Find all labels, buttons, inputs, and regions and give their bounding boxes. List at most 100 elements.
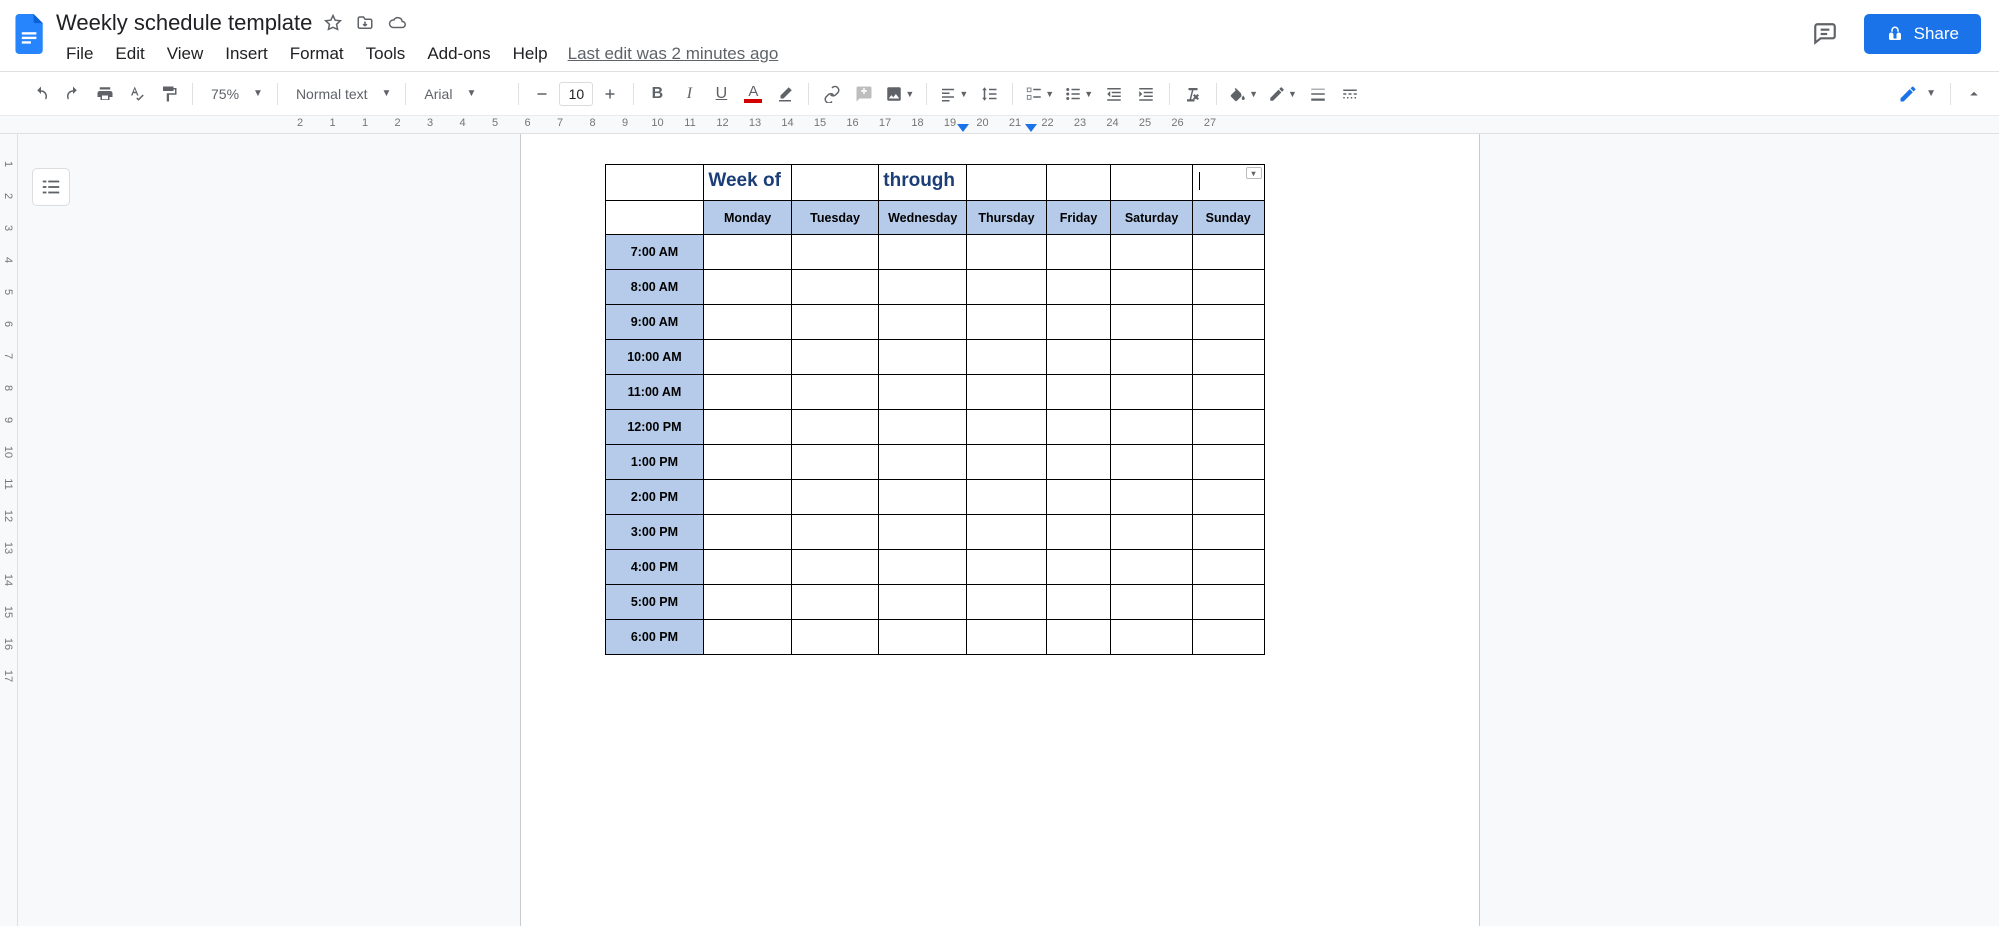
- schedule-cell[interactable]: [1046, 235, 1111, 270]
- schedule-cell[interactable]: [1192, 550, 1264, 585]
- schedule-cell[interactable]: [879, 270, 967, 305]
- schedule-cell[interactable]: [704, 515, 792, 550]
- bold-button[interactable]: B: [642, 79, 672, 109]
- schedule-cell[interactable]: [1192, 305, 1264, 340]
- schedule-cell[interactable]: [704, 375, 792, 410]
- schedule-cell[interactable]: [791, 235, 878, 270]
- paragraph-style-select[interactable]: Normal text ▼: [286, 79, 397, 109]
- title-empty-cell[interactable]: [605, 165, 704, 201]
- title-week-of-cell[interactable]: Week of: [704, 165, 792, 201]
- schedule-table[interactable]: Week ofthrough▾MondayTuesdayWednesdayThu…: [605, 164, 1265, 655]
- menu-insert[interactable]: Insert: [215, 40, 278, 68]
- add-comment-button[interactable]: [849, 79, 879, 109]
- decrease-font-size-button[interactable]: [527, 79, 557, 109]
- schedule-cell[interactable]: [704, 480, 792, 515]
- schedule-cell[interactable]: [704, 235, 792, 270]
- menu-view[interactable]: View: [157, 40, 214, 68]
- schedule-cell[interactable]: [967, 445, 1047, 480]
- schedule-cell[interactable]: [1192, 620, 1264, 655]
- vertical-ruler[interactable]: 1234567891011121314151617: [0, 134, 18, 926]
- text-color-button[interactable]: A: [738, 79, 768, 109]
- schedule-cell[interactable]: [704, 585, 792, 620]
- checklist-button[interactable]: ▼: [1021, 79, 1058, 109]
- time-header[interactable]: 1:00 PM: [605, 445, 704, 480]
- title-empty-cell[interactable]: [791, 165, 878, 201]
- schedule-cell[interactable]: [967, 620, 1047, 655]
- schedule-cell[interactable]: [704, 340, 792, 375]
- underline-button[interactable]: U: [706, 79, 736, 109]
- horizontal-ruler[interactable]: 2112345678910111213141516171819202122232…: [0, 116, 1999, 134]
- schedule-cell[interactable]: [1192, 480, 1264, 515]
- schedule-cell[interactable]: [879, 515, 967, 550]
- docs-logo[interactable]: [10, 14, 50, 54]
- zoom-select[interactable]: 75% ▼: [201, 79, 269, 109]
- day-header[interactable]: Wednesday: [879, 201, 967, 235]
- open-comments-button[interactable]: [1806, 15, 1844, 53]
- schedule-cell[interactable]: [1111, 235, 1193, 270]
- schedule-cell[interactable]: [1046, 410, 1111, 445]
- time-header[interactable]: 3:00 PM: [605, 515, 704, 550]
- title-through-cell[interactable]: through: [879, 165, 967, 201]
- schedule-cell[interactable]: [1046, 550, 1111, 585]
- fill-color-button[interactable]: ▼: [1225, 79, 1262, 109]
- day-header[interactable]: Saturday: [1111, 201, 1193, 235]
- border-color-button[interactable]: ▼: [1264, 79, 1301, 109]
- schedule-cell[interactable]: [879, 480, 967, 515]
- schedule-cell[interactable]: [967, 480, 1047, 515]
- schedule-cell[interactable]: [1192, 375, 1264, 410]
- schedule-cell[interactable]: [1111, 410, 1193, 445]
- schedule-cell[interactable]: [1111, 620, 1193, 655]
- schedule-cell[interactable]: [1192, 585, 1264, 620]
- time-header[interactable]: 5:00 PM: [605, 585, 704, 620]
- schedule-cell[interactable]: [791, 305, 878, 340]
- schedule-cell[interactable]: [967, 340, 1047, 375]
- schedule-cell[interactable]: [1046, 515, 1111, 550]
- title-empty-cell[interactable]: [1046, 165, 1111, 201]
- schedule-cell[interactable]: [967, 550, 1047, 585]
- menu-help[interactable]: Help: [503, 40, 558, 68]
- time-header[interactable]: 9:00 AM: [605, 305, 704, 340]
- menu-edit[interactable]: Edit: [105, 40, 154, 68]
- schedule-cell[interactable]: [1111, 480, 1193, 515]
- table-options-button[interactable]: ▾: [1246, 167, 1262, 179]
- schedule-cell[interactable]: [704, 550, 792, 585]
- schedule-cell[interactable]: [791, 270, 878, 305]
- schedule-cell[interactable]: [967, 305, 1047, 340]
- schedule-cell[interactable]: [879, 235, 967, 270]
- menu-file[interactable]: File: [56, 40, 103, 68]
- menu-format[interactable]: Format: [280, 40, 354, 68]
- highlight-color-button[interactable]: [770, 79, 800, 109]
- star-icon[interactable]: [324, 14, 342, 32]
- title-empty-cell[interactable]: [1111, 165, 1193, 201]
- decrease-indent-button[interactable]: [1099, 79, 1129, 109]
- time-header[interactable]: 2:00 PM: [605, 480, 704, 515]
- schedule-cell[interactable]: [1046, 445, 1111, 480]
- schedule-cell[interactable]: [791, 620, 878, 655]
- schedule-cell[interactable]: [967, 585, 1047, 620]
- schedule-cell[interactable]: [1192, 410, 1264, 445]
- spellcheck-button[interactable]: [122, 79, 152, 109]
- time-header[interactable]: 8:00 AM: [605, 270, 704, 305]
- bulleted-list-button[interactable]: ▼: [1060, 79, 1097, 109]
- schedule-cell[interactable]: [967, 235, 1047, 270]
- schedule-cell[interactable]: [879, 445, 967, 480]
- schedule-cell[interactable]: [791, 445, 878, 480]
- schedule-cell[interactable]: [1111, 550, 1193, 585]
- title-empty-cell[interactable]: [967, 165, 1047, 201]
- schedule-cell[interactable]: [704, 305, 792, 340]
- schedule-cell[interactable]: [704, 410, 792, 445]
- move-icon[interactable]: [356, 14, 374, 32]
- schedule-cell[interactable]: [1046, 480, 1111, 515]
- day-header[interactable]: Friday: [1046, 201, 1111, 235]
- schedule-cell[interactable]: [791, 550, 878, 585]
- font-family-select[interactable]: Arial ▼: [414, 79, 510, 109]
- schedule-cell[interactable]: [879, 620, 967, 655]
- schedule-cell[interactable]: [1192, 515, 1264, 550]
- border-width-button[interactable]: [1303, 79, 1333, 109]
- schedule-cell[interactable]: [967, 375, 1047, 410]
- align-button[interactable]: ▼: [935, 79, 972, 109]
- schedule-cell[interactable]: [1046, 585, 1111, 620]
- indent-marker-left[interactable]: [957, 124, 969, 132]
- time-header[interactable]: 11:00 AM: [605, 375, 704, 410]
- schedule-cell[interactable]: [791, 515, 878, 550]
